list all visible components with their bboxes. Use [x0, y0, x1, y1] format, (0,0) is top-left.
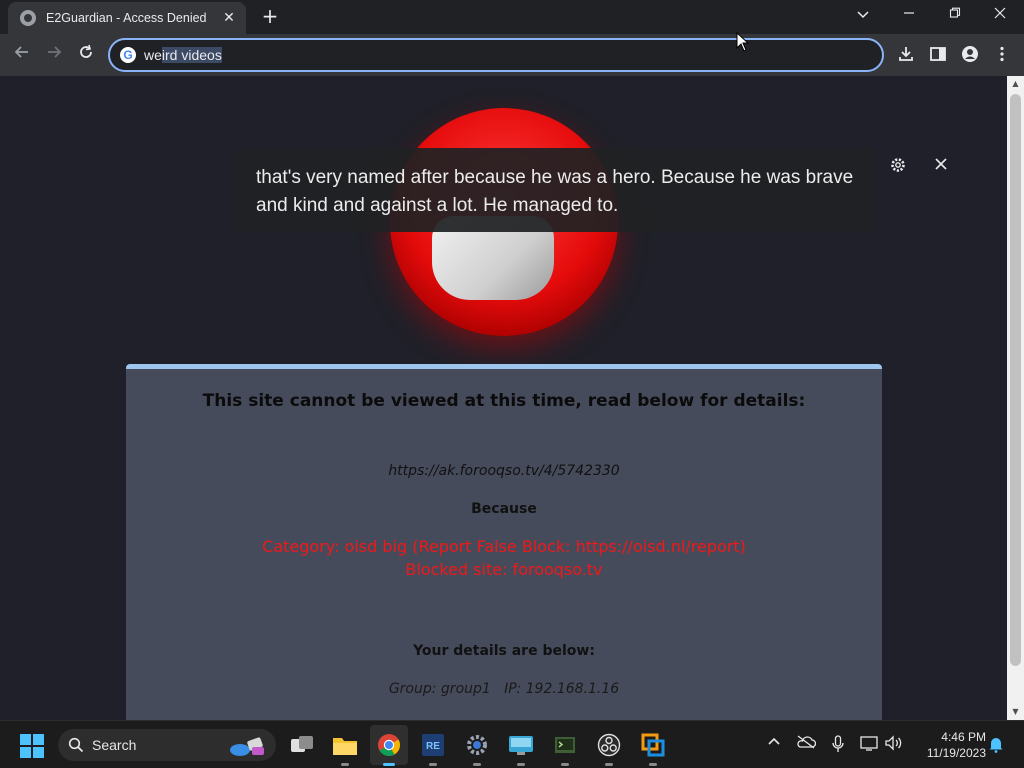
address-text[interactable]: weird videos — [144, 47, 222, 63]
search-icon — [68, 737, 84, 753]
search-highlight-icon — [230, 737, 264, 756]
restore-icon[interactable] — [937, 4, 973, 28]
close-window-icon[interactable] — [982, 4, 1018, 28]
screen-app-icon[interactable] — [507, 731, 535, 766]
terminal-app-icon[interactable] — [551, 731, 579, 766]
settings-gear-icon[interactable] — [463, 731, 491, 766]
new-tab-button[interactable]: + — [258, 6, 282, 28]
onedrive-offline-icon[interactable] — [796, 735, 817, 755]
block-details-card: This site cannot be viewed at this time,… — [126, 364, 882, 720]
scroll-up-arrow-icon[interactable]: ▲ — [1007, 76, 1024, 92]
browser-tab[interactable]: E2Guardian - Access Denied ✕ — [8, 2, 246, 34]
menu-kebab-icon[interactable] — [992, 45, 1012, 65]
task-view-icon[interactable] — [288, 731, 316, 759]
notification-bell-icon[interactable] — [986, 735, 1006, 755]
download-icon[interactable] — [896, 45, 916, 65]
taskbar-search-box[interactable]: Search — [58, 729, 276, 761]
taskbar: Search RE 4:46 PM 11/19/2023 — [0, 720, 1024, 768]
tab-search-icon[interactable] — [845, 4, 881, 28]
microphone-icon[interactable] — [828, 735, 848, 755]
blocked-site-line: Blocked site: forooqso.tv — [405, 560, 603, 579]
caption-settings-gear-icon[interactable] — [887, 156, 909, 178]
browser-toolbar: G weird videos — [0, 34, 1024, 76]
app-active-indicator — [383, 763, 395, 766]
block-heading: This site cannot be viewed at this time,… — [202, 391, 806, 411]
reload-icon[interactable] — [73, 43, 99, 67]
app-running-indicator — [517, 763, 525, 766]
app-running-indicator — [605, 763, 613, 766]
address-text-selected: ird videos — [161, 47, 222, 63]
live-caption-panel: that's very named after because he was a… — [236, 148, 874, 232]
minimize-icon[interactable] — [891, 4, 927, 28]
details-heading: Your details are below: — [413, 643, 595, 659]
scrollbar-thumb[interactable] — [1010, 94, 1021, 666]
address-text-plain: we — [144, 47, 162, 63]
profile-icon[interactable] — [960, 45, 980, 65]
mouse-cursor-icon — [736, 32, 750, 52]
blocked-url: https://ak.forooqso.tv/4/5742330 — [388, 463, 620, 479]
app-running-indicator — [341, 763, 349, 766]
tab-title: E2Guardian - Access Denied — [46, 11, 207, 25]
file-explorer-icon[interactable] — [331, 731, 359, 766]
volume-icon[interactable] — [884, 735, 904, 755]
live-caption-text: that's very named after because he was a… — [256, 167, 854, 216]
app-running-indicator — [561, 763, 569, 766]
group-ip-line: Group: group1 IP: 192.168.1.16 — [388, 681, 620, 697]
network-display-icon[interactable] — [860, 735, 880, 755]
clock-time: 4:46 PM — [941, 730, 986, 744]
clock-date: 11/19/2023 — [926, 746, 986, 760]
side-panel-icon[interactable] — [928, 45, 948, 65]
address-bar[interactable]: G weird videos — [108, 38, 884, 72]
svg-text:RE: RE — [426, 741, 440, 752]
obs-icon[interactable] — [595, 731, 623, 766]
tray-overflow-chevron-icon[interactable] — [764, 735, 784, 755]
block-reason: Category: oisd big (Report False Block: … — [126, 535, 882, 581]
re-app-icon[interactable]: RE — [419, 731, 447, 766]
app-running-indicator — [429, 763, 437, 766]
vmware-icon[interactable] — [639, 731, 667, 766]
back-icon[interactable] — [9, 43, 35, 67]
page-scrollbar[interactable]: ▲ ▼ — [1007, 76, 1024, 720]
scroll-down-arrow-icon[interactable]: ▼ — [1007, 704, 1024, 720]
google-icon: G — [120, 47, 136, 63]
forward-icon[interactable] — [41, 43, 67, 67]
tab-close-icon[interactable]: ✕ — [220, 10, 238, 26]
windows-start-icon[interactable] — [20, 734, 44, 758]
app-running-indicator — [473, 763, 481, 766]
category-line: Category: oisd big (Report False Block: … — [262, 537, 746, 556]
globe-icon — [20, 10, 36, 26]
title-bar: E2Guardian - Access Denied ✕ + — [0, 0, 1024, 34]
because-label: Because — [471, 501, 537, 517]
search-label: Search — [92, 737, 137, 753]
caption-close-icon[interactable] — [930, 156, 952, 178]
app-running-indicator — [649, 763, 657, 766]
taskbar-clock[interactable]: 4:46 PM 11/19/2023 — [912, 729, 986, 761]
chrome-icon[interactable] — [375, 731, 403, 766]
